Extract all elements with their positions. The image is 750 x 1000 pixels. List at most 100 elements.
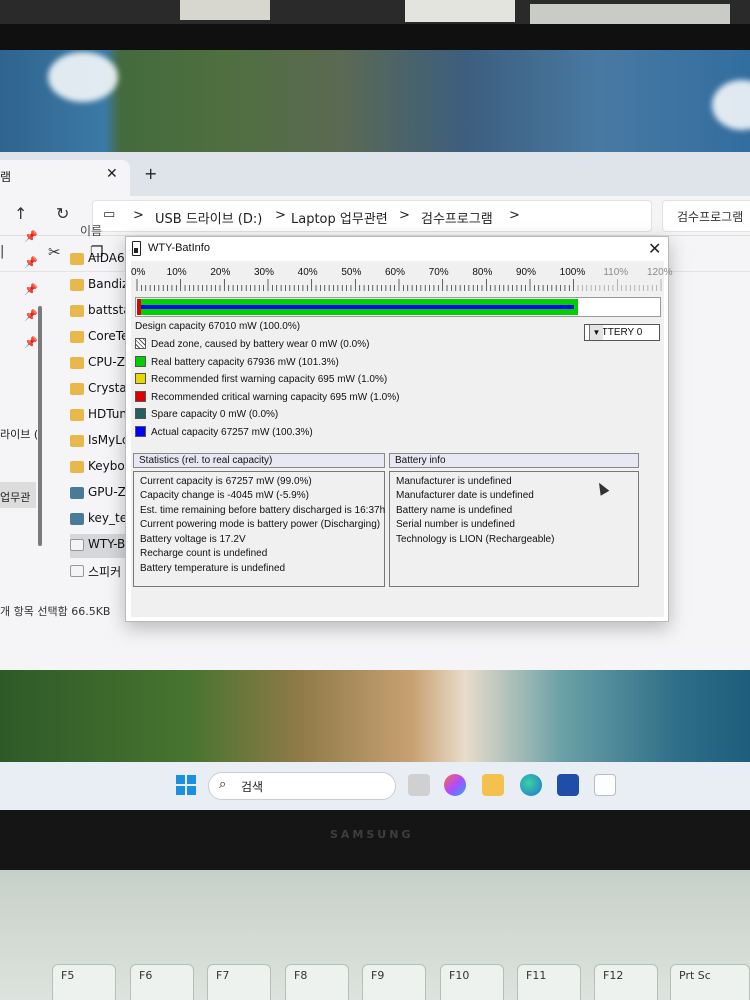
file-explorer-icon[interactable]: [482, 774, 504, 796]
percent-ruler: [136, 279, 662, 291]
red-swatch: [135, 391, 146, 402]
hatch-swatch: [135, 338, 146, 349]
search-box-label: 검수프로그램: [677, 210, 744, 224]
info-line: Serial number is undefined: [396, 519, 515, 530]
battery-info-heading: Battery info: [389, 453, 639, 468]
ruler-label: 0%: [131, 267, 146, 278]
file-list-item[interactable]: CrystalD: [70, 378, 139, 402]
key-f8[interactable]: F8: [285, 964, 349, 1000]
nav-item-drive[interactable]: 라이브 (I: [0, 426, 41, 442]
green-swatch: [135, 356, 146, 367]
desk-background: [0, 0, 750, 24]
teal-swatch: [135, 408, 146, 419]
column-header-name[interactable]: 이름: [80, 222, 102, 239]
key-f6[interactable]: F6: [130, 964, 194, 1000]
ruler-label: 120%: [647, 267, 673, 278]
legend-dead-zone: Dead zone, caused by battery wear 0 mW (…: [135, 338, 369, 350]
copilot-icon[interactable]: [444, 774, 466, 796]
file-list-item[interactable]: Bandizi: [70, 274, 132, 298]
explorer-search-box[interactable]: 검수프로그램: [662, 200, 750, 232]
dropdown-arrow-icon[interactable]: ▼: [589, 325, 603, 340]
folder-icon: [70, 435, 84, 447]
speaker-file-icon: [70, 565, 84, 577]
legend-actual-capacity: Actual capacity 67257 mW (100.3%): [135, 426, 313, 438]
ruler-label: 50%: [341, 267, 362, 278]
info-line: Manufacturer is undefined: [396, 476, 512, 487]
explorer-tab-label: 램: [0, 170, 12, 184]
address-bar[interactable]: ▭ > USB 드라이브 (D:) > Laptop 업무관련 > 검수프로그램…: [92, 200, 652, 232]
battery-select[interactable]: BATTERY 0 ▼: [584, 324, 660, 341]
file-list-item[interactable]: key_test: [70, 508, 138, 532]
explorer-tab[interactable]: 램 ✕: [0, 160, 130, 196]
explorer-tab-bar: 램 ✕ +: [0, 152, 750, 196]
key-f7[interactable]: F7: [207, 964, 271, 1000]
key-print-screen[interactable]: Prt Sc: [670, 964, 750, 1000]
legend-real-capacity: Real battery capacity 67936 mW (101.3%): [135, 356, 339, 368]
key-f11[interactable]: F11: [517, 964, 581, 1000]
file-list-item[interactable]: CPU-Z: [70, 352, 130, 376]
battery-app-icon: [70, 539, 84, 551]
stat-line: Battery temperature is undefined: [140, 563, 286, 574]
ruler-label: 20%: [210, 267, 231, 278]
batinfo-body: 0% 10% 20% 30% 40% 50% 60% 70% 80% 90% 100% 110% 120…: [131, 261, 673, 617]
windows-start-icon[interactable]: [176, 775, 196, 795]
file-list-item-selected[interactable]: WTY-Ba: [70, 534, 133, 558]
batinfo-titlebar[interactable]: WTY-BatInfo ✕: [126, 237, 668, 261]
refresh-icon[interactable]: ↻: [56, 204, 69, 223]
key-f5[interactable]: F5: [52, 964, 116, 1000]
edge-browser-icon[interactable]: [520, 774, 542, 796]
brand-logo: SAMSUNG: [330, 828, 414, 841]
battery-app-taskbar-icon[interactable]: [594, 774, 616, 796]
capacity-bar: [135, 297, 661, 317]
pin-icon: 📌: [24, 309, 38, 322]
ruler-label: 40%: [297, 267, 318, 278]
taskbar: ⌕ 검색: [0, 762, 750, 810]
legend-spare-capacity: Spare capacity 0 mW (0.0%): [135, 408, 278, 420]
pin-icon: 📌: [24, 256, 38, 269]
task-view-icon[interactable]: [408, 774, 430, 796]
new-tab-icon[interactable]: +: [144, 164, 157, 183]
close-icon[interactable]: ✕: [648, 239, 661, 259]
monitor-icon: ▭: [103, 207, 116, 222]
navigation-pane: 📌 📌 📌 📌 📌 라이브 (I 업무관: [0, 206, 44, 546]
nav-scrollbar[interactable]: [38, 306, 42, 546]
scissors-icon[interactable]: ✂: [48, 243, 61, 261]
file-list-item[interactable]: IsMyLcd: [70, 430, 136, 454]
breadcrumb-separator: >: [399, 208, 410, 223]
key-f9[interactable]: F9: [362, 964, 426, 1000]
file-list-item[interactable]: AIDA64: [70, 248, 132, 272]
breadcrumb-drive[interactable]: USB 드라이브 (D:): [155, 208, 262, 227]
close-tab-icon[interactable]: ✕: [106, 166, 118, 182]
key-f10[interactable]: F10: [440, 964, 504, 1000]
file-list-item[interactable]: Keyboa: [70, 456, 132, 480]
paper-sheet: [180, 0, 270, 20]
folder-icon: [70, 305, 84, 317]
paper-sheet: [405, 0, 515, 22]
file-list-item[interactable]: 스피커 좌우 테스트: [70, 560, 184, 584]
nav-item-work[interactable]: 업무관: [0, 489, 30, 505]
pin-icon: 📌: [24, 283, 38, 296]
ruler-label: 110%: [603, 267, 629, 278]
critical-warning-bar: [137, 299, 141, 315]
breadcrumb-current[interactable]: 검수프로그램: [421, 208, 493, 227]
file-list-item[interactable]: HDTune: [70, 404, 134, 428]
folder-icon: [70, 253, 84, 265]
store-icon[interactable]: [557, 774, 579, 796]
ruler-label: 70%: [428, 267, 449, 278]
breadcrumb-folder[interactable]: Laptop 업무관련: [291, 208, 388, 227]
stat-line: Recharge count is undefined: [140, 548, 268, 559]
stat-line: Capacity change is -4045 mW (-5.9%): [140, 490, 309, 501]
wallpaper-top: [0, 50, 750, 162]
key-f12[interactable]: F12: [594, 964, 658, 1000]
paper-sheet: [530, 4, 730, 24]
taskbar-search[interactable]: ⌕ 검색: [208, 772, 396, 800]
status-bar-text: 개 항목 선택함 66.5KB: [0, 605, 111, 618]
ruler-label: 10%: [166, 267, 187, 278]
pin-icon: 📌: [24, 230, 38, 243]
file-list-item[interactable]: battstat: [70, 300, 135, 324]
file-list-item[interactable]: GPU-Z.2: [70, 482, 137, 506]
statistics-panel: Current capacity is 67257 mW (99.0%) Cap…: [133, 471, 385, 587]
file-list-item[interactable]: CoreTer: [70, 326, 133, 350]
app-icon: [70, 513, 84, 525]
batinfo-window: WTY-BatInfo ✕ 0% 10% 20% 30% 40% 50% 60% 70% 80%…: [125, 236, 673, 622]
